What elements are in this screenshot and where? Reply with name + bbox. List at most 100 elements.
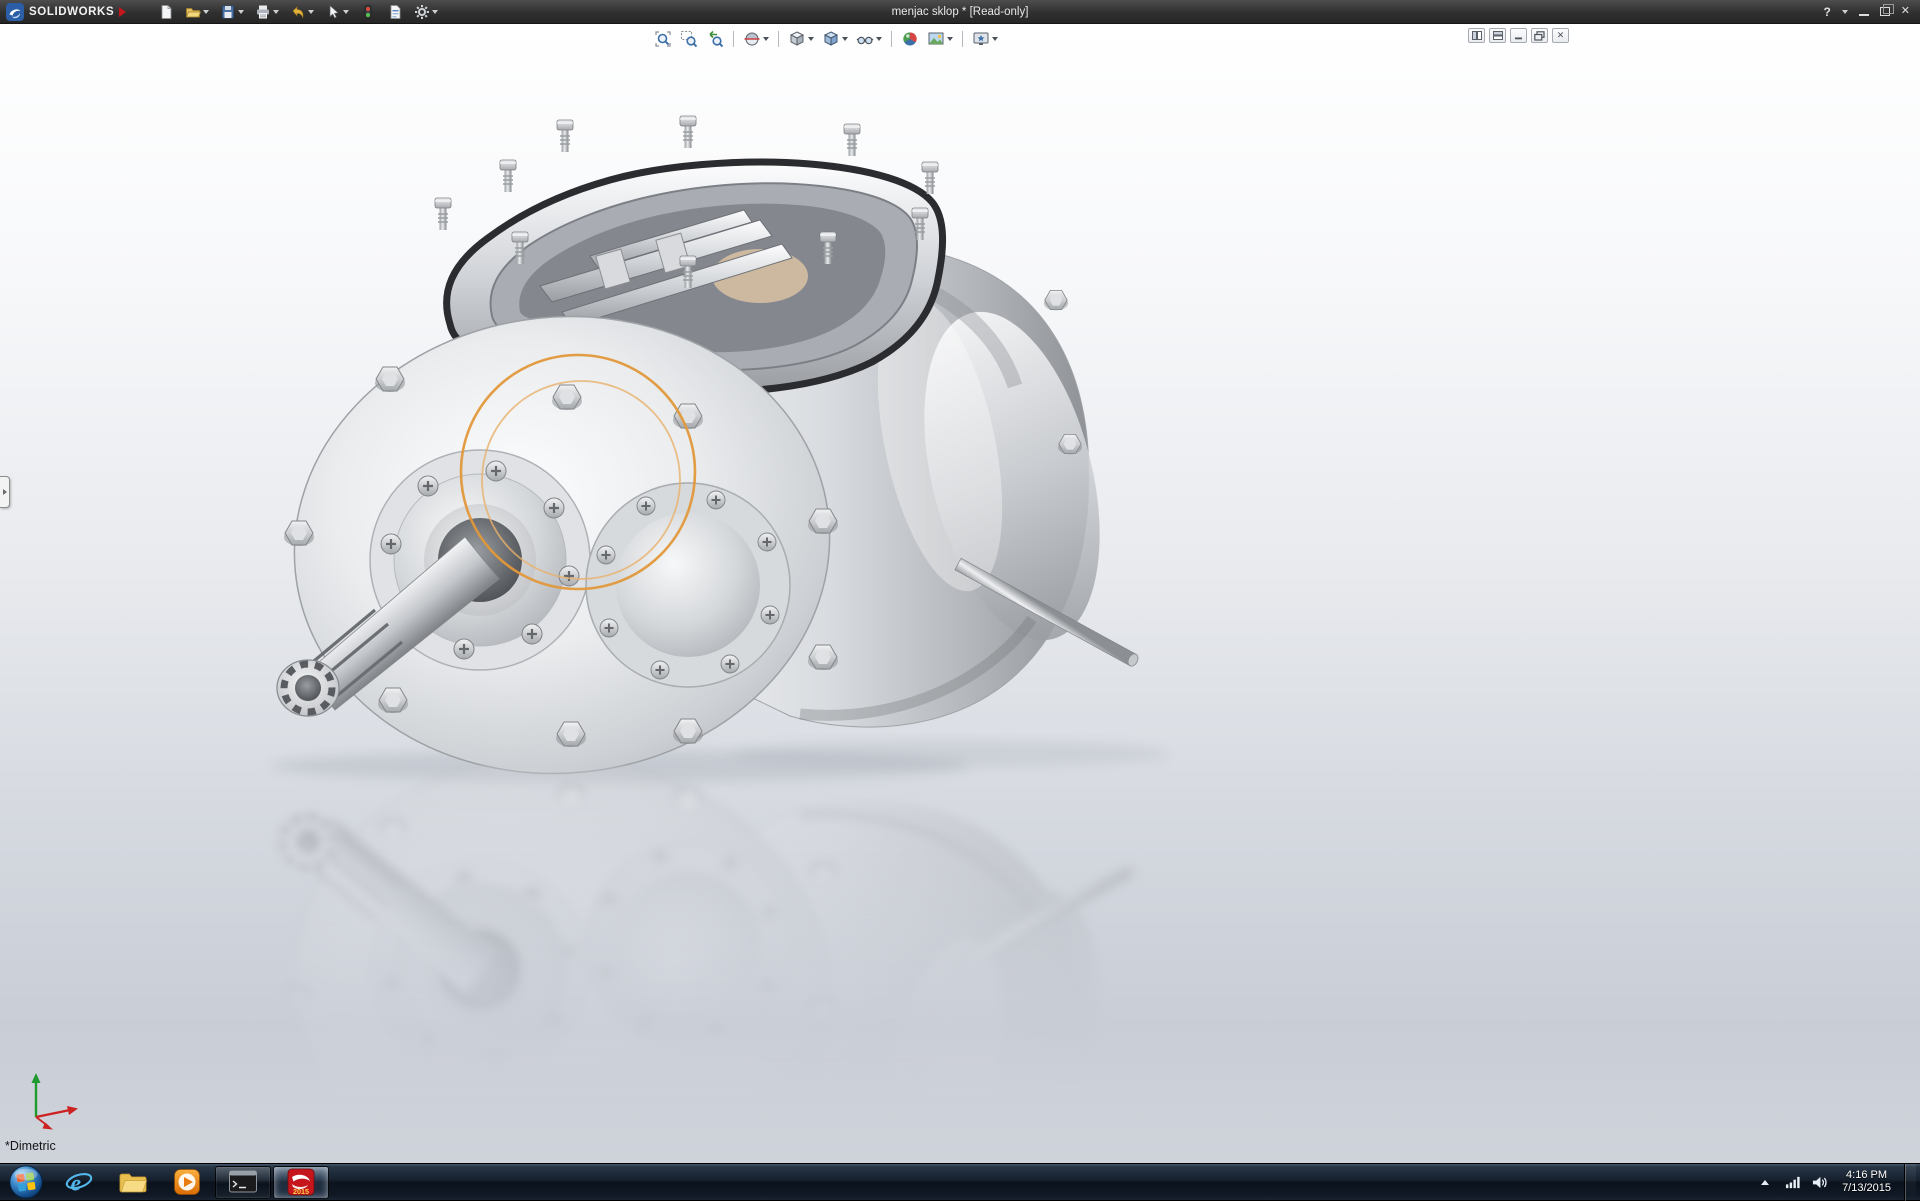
undo-button[interactable] bbox=[288, 3, 316, 21]
select-dropdown-icon[interactable] bbox=[343, 10, 349, 14]
undo-icon bbox=[290, 4, 306, 20]
options-button[interactable] bbox=[412, 3, 440, 21]
gearbox-model[interactable] bbox=[272, 116, 1140, 800]
toolbar-separator bbox=[891, 31, 892, 47]
hide-show-glasses-icon bbox=[856, 30, 874, 48]
view-settings-dropdown-icon[interactable] bbox=[992, 37, 998, 41]
doc-minimize-icon bbox=[1514, 31, 1524, 40]
section-view-button[interactable] bbox=[741, 29, 771, 49]
system-tray: 4:16 PM 7/13/2015 bbox=[1755, 1164, 1920, 1200]
zoom-to-area-button[interactable] bbox=[678, 29, 700, 49]
new-document-button[interactable] bbox=[156, 3, 176, 21]
clock-date: 7/13/2015 bbox=[1842, 1182, 1891, 1195]
tile-left-button[interactable] bbox=[1468, 28, 1485, 43]
model-reflection bbox=[272, 730, 1140, 1163]
options-dropdown-icon[interactable] bbox=[432, 10, 438, 14]
windows-start-orb-icon bbox=[7, 1163, 45, 1201]
save-dropdown-icon[interactable] bbox=[238, 10, 244, 14]
taskbar-item-windows-explorer[interactable] bbox=[106, 1164, 160, 1201]
print-button[interactable] bbox=[253, 3, 281, 21]
taskbar-item-media-player[interactable] bbox=[160, 1164, 214, 1201]
document-window-controls: ✕ bbox=[1468, 28, 1569, 43]
doc-restore-icon bbox=[1534, 31, 1545, 41]
previous-view-button[interactable] bbox=[704, 29, 726, 49]
save-button[interactable] bbox=[218, 3, 246, 21]
heads-up-view-toolbar bbox=[652, 28, 1000, 50]
tile-left-icon bbox=[1472, 31, 1482, 40]
zoom-to-fit-button[interactable] bbox=[652, 29, 674, 49]
network-bars-icon bbox=[1784, 1175, 1801, 1190]
chevron-up-icon bbox=[1761, 1180, 1769, 1185]
app-name: SOLIDWORKS bbox=[29, 6, 114, 18]
close-button[interactable]: ✕ bbox=[1901, 6, 1910, 17]
show-hidden-icons-button[interactable] bbox=[1755, 1170, 1775, 1194]
open-dropdown-icon[interactable] bbox=[203, 10, 209, 14]
taskbar-clock[interactable]: 4:16 PM 7/13/2015 bbox=[1836, 1169, 1897, 1195]
file-properties-button[interactable] bbox=[385, 3, 405, 21]
orientation-triad bbox=[12, 1065, 90, 1131]
help-button[interactable]: ? bbox=[1823, 5, 1830, 19]
solidworks-logo: SOLIDWORKS bbox=[0, 3, 126, 21]
titlebar: SOLIDWORKS bbox=[0, 0, 1920, 24]
rebuild-button[interactable] bbox=[358, 3, 378, 21]
document-title: menjac sklop * [Read-only] bbox=[892, 0, 1029, 24]
display-style-dropdown-icon[interactable] bbox=[842, 37, 848, 41]
tile-right-icon bbox=[1493, 31, 1503, 40]
print-dropdown-icon[interactable] bbox=[273, 10, 279, 14]
help-dropdown-icon[interactable] bbox=[1842, 10, 1848, 14]
undo-dropdown-icon[interactable] bbox=[308, 10, 314, 14]
show-desktop-button[interactable] bbox=[1904, 1164, 1916, 1201]
doc-minimize-button[interactable] bbox=[1510, 28, 1527, 43]
solidworks-2015-icon: 2015 bbox=[286, 1167, 316, 1197]
svg-text:2015: 2015 bbox=[293, 1187, 309, 1196]
apply-scene-button[interactable] bbox=[925, 29, 955, 49]
ground-shadow bbox=[270, 741, 1170, 782]
open-icon bbox=[185, 4, 201, 20]
folder-icon bbox=[118, 1167, 148, 1197]
start-button[interactable] bbox=[0, 1164, 52, 1201]
select-button[interactable] bbox=[323, 3, 351, 21]
apply-scene-dropdown-icon[interactable] bbox=[947, 37, 953, 41]
edit-appearance-button[interactable] bbox=[899, 29, 921, 49]
tile-right-button[interactable] bbox=[1489, 28, 1506, 43]
model-canvas[interactable] bbox=[0, 24, 1920, 1163]
taskbar-item-command-prompt[interactable] bbox=[215, 1166, 271, 1199]
apply-scene-icon bbox=[927, 30, 945, 48]
hide-show-items-button[interactable] bbox=[854, 29, 884, 49]
appearance-sphere-icon bbox=[901, 30, 919, 48]
view-settings-button[interactable] bbox=[970, 29, 1000, 49]
view-orientation-dropdown-icon[interactable] bbox=[808, 37, 814, 41]
rebuild-traffic-light-icon bbox=[360, 4, 376, 20]
speaker-icon bbox=[1811, 1175, 1828, 1190]
clock-time: 4:16 PM bbox=[1842, 1169, 1891, 1182]
view-settings-icon bbox=[972, 30, 990, 48]
previous-view-icon bbox=[706, 30, 724, 48]
doc-restore-button[interactable] bbox=[1531, 28, 1548, 43]
taskbar: e 2015 bbox=[0, 1163, 1920, 1200]
file-properties-icon bbox=[387, 4, 403, 20]
volume-tray-icon[interactable] bbox=[1809, 1170, 1829, 1194]
view-orientation-button[interactable] bbox=[786, 29, 816, 49]
display-style-button[interactable] bbox=[820, 29, 850, 49]
zoom-to-fit-icon bbox=[654, 30, 672, 48]
section-view-dropdown-icon[interactable] bbox=[763, 37, 769, 41]
window-controls: ? ✕ bbox=[1823, 5, 1920, 19]
command-prompt-icon bbox=[228, 1168, 258, 1196]
minimize-button[interactable] bbox=[1859, 7, 1869, 16]
taskbar-item-internet-explorer[interactable]: e bbox=[52, 1164, 106, 1201]
new-document-icon bbox=[158, 4, 174, 20]
hide-show-dropdown-icon[interactable] bbox=[876, 37, 882, 41]
featuremanager-flyout-tab[interactable] bbox=[0, 476, 10, 508]
toolbar-separator bbox=[962, 31, 963, 47]
network-tray-icon[interactable] bbox=[1782, 1170, 1802, 1194]
open-button[interactable] bbox=[183, 3, 211, 21]
doc-close-button[interactable]: ✕ bbox=[1552, 28, 1569, 43]
graphics-area[interactable]: ✕ *Dimetric bbox=[0, 24, 1920, 1163]
select-cursor-icon bbox=[325, 4, 341, 20]
brand-accent-icon bbox=[119, 7, 126, 17]
section-view-icon bbox=[743, 30, 761, 48]
save-icon bbox=[220, 4, 236, 20]
restore-button[interactable] bbox=[1880, 7, 1890, 16]
taskbar-item-solidworks-2015[interactable]: 2015 bbox=[273, 1166, 329, 1199]
3ds-swirl-icon bbox=[6, 3, 24, 21]
